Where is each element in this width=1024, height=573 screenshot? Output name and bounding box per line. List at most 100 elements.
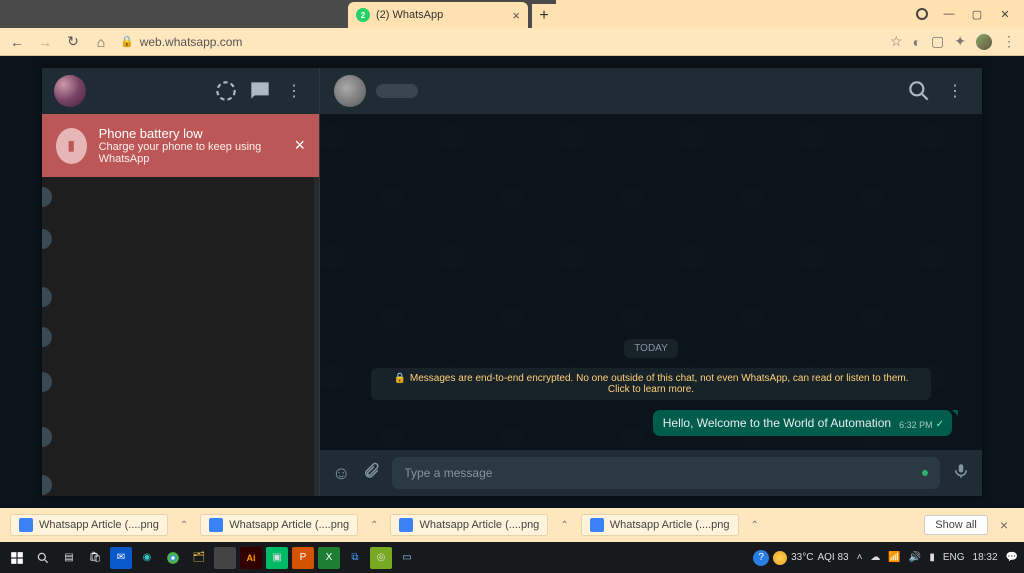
taskbar-app-generic3[interactable]: ◎ bbox=[370, 547, 392, 569]
account-indicator-icon[interactable] bbox=[916, 8, 928, 20]
taskbar-app-mail[interactable]: ✉ bbox=[110, 547, 132, 569]
tab-title: (2) WhatsApp bbox=[376, 9, 506, 21]
search-in-chat-icon[interactable] bbox=[906, 78, 932, 104]
taskbar-app-illustrator[interactable]: Ai bbox=[240, 547, 262, 569]
battery-low-icon: ▮ bbox=[56, 128, 87, 164]
tray-chevron-icon[interactable]: ˄ bbox=[857, 552, 863, 563]
downloads-close-icon[interactable]: × bbox=[994, 517, 1014, 533]
taskbar-app-store[interactable]: 🛍 bbox=[84, 547, 106, 569]
sidebar-header: ⋮ bbox=[42, 68, 319, 114]
taskbar-app-powerpoint[interactable]: P bbox=[292, 547, 314, 569]
download-item[interactable]: Whatsapp Article (....png bbox=[200, 514, 358, 536]
extensions-puzzle-icon[interactable]: ✦ bbox=[954, 33, 966, 50]
list-item[interactable] bbox=[42, 187, 52, 207]
download-chevron-icon[interactable]: ⌃ bbox=[364, 520, 384, 531]
tab-close-icon[interactable]: × bbox=[512, 8, 520, 23]
message-input[interactable]: Type a message bbox=[392, 457, 940, 489]
taskbar-app-explorer[interactable]: 🗂 bbox=[188, 547, 210, 569]
new-chat-icon[interactable] bbox=[247, 78, 273, 104]
nav-reload-icon[interactable]: ↻ bbox=[64, 33, 82, 50]
bookmark-star-icon[interactable]: ☆ bbox=[890, 33, 903, 50]
download-item[interactable]: Whatsapp Article (....png bbox=[10, 514, 168, 536]
downloads-shelf: Whatsapp Article (....png ⌃ Whatsapp Arti… bbox=[0, 508, 1024, 542]
banner-title: Phone battery low bbox=[99, 126, 283, 141]
tray-network-icon[interactable]: 📶 bbox=[888, 552, 900, 563]
extension-icon-2[interactable]: ▢ bbox=[931, 33, 944, 50]
mic-icon[interactable] bbox=[952, 462, 970, 485]
file-image-icon bbox=[19, 518, 33, 532]
taskbar-app-generic4[interactable]: ▭ bbox=[396, 547, 418, 569]
new-tab-button[interactable]: + bbox=[532, 4, 556, 28]
downloads-show-all-button[interactable]: Show all bbox=[924, 515, 988, 535]
inactive-tab-area[interactable] bbox=[0, 0, 348, 28]
list-item[interactable] bbox=[42, 287, 52, 307]
download-item[interactable]: Whatsapp Article (....png bbox=[581, 514, 739, 536]
list-item[interactable] bbox=[42, 229, 52, 249]
start-button[interactable] bbox=[6, 547, 28, 569]
nav-back-icon[interactable]: ← bbox=[8, 34, 26, 50]
list-item[interactable] bbox=[42, 427, 52, 447]
outgoing-message[interactable]: Hello, Welcome to the World of Automatio… bbox=[653, 410, 952, 436]
profile-avatar-icon[interactable] bbox=[976, 34, 992, 50]
wa-page: ⋮ ▮ Phone battery low Charge your phone … bbox=[0, 56, 1024, 508]
tray-clock[interactable]: 18:32 bbox=[973, 552, 998, 563]
nav-forward-icon[interactable]: → bbox=[36, 34, 54, 50]
url-text: web.whatsapp.com bbox=[140, 35, 243, 49]
sidebar-menu-icon[interactable]: ⋮ bbox=[281, 78, 307, 104]
taskbar-app-edge[interactable]: ◉ bbox=[136, 547, 158, 569]
self-avatar[interactable] bbox=[54, 75, 86, 107]
tray-language[interactable]: ENG bbox=[943, 552, 965, 563]
extension-icon-1[interactable]: ◐ bbox=[913, 34, 921, 50]
browser-menu-icon[interactable]: ⋮ bbox=[1002, 33, 1016, 50]
tray-notifications-icon[interactable]: 💬 bbox=[1006, 552, 1018, 563]
emoji-icon[interactable]: ☺ bbox=[332, 463, 350, 484]
maximize-button[interactable]: ▢ bbox=[970, 7, 984, 21]
message-text: Hello, Welcome to the World of Automatio… bbox=[663, 416, 891, 430]
url-field[interactable]: 🔒 web.whatsapp.com bbox=[120, 35, 880, 49]
window-controls: — ▢ ✕ bbox=[904, 0, 1024, 28]
conversation-menu-icon[interactable]: ⋮ bbox=[942, 78, 968, 104]
message-area[interactable]: TODAY 🔒Messages are end-to-end encrypted… bbox=[320, 114, 982, 450]
list-item[interactable] bbox=[42, 475, 52, 495]
peer-avatar[interactable] bbox=[334, 75, 366, 107]
close-window-button[interactable]: ✕ bbox=[998, 7, 1012, 21]
banner-close-icon[interactable]: × bbox=[294, 135, 305, 156]
tray-battery-icon[interactable]: ▮ bbox=[929, 552, 935, 563]
wa-app: ⋮ ▮ Phone battery low Charge your phone … bbox=[42, 68, 982, 496]
taskbar-app-chrome[interactable] bbox=[162, 547, 184, 569]
download-filename: Whatsapp Article (....png bbox=[229, 519, 349, 531]
battery-low-banner: ▮ Phone battery low Charge your phone to… bbox=[42, 114, 319, 177]
task-view-icon[interactable]: ▤ bbox=[58, 547, 80, 569]
taskbar-app-excel[interactable]: X bbox=[318, 547, 340, 569]
download-filename: Whatsapp Article (....png bbox=[419, 519, 539, 531]
taskbar-app-generic1[interactable] bbox=[214, 547, 236, 569]
tray-cloud-icon[interactable]: ☁ bbox=[870, 552, 880, 563]
minimize-button[interactable]: — bbox=[942, 7, 956, 21]
download-item[interactable]: Whatsapp Article (....png bbox=[390, 514, 548, 536]
browser-titlebar: 2 (2) WhatsApp × + — ▢ ✕ bbox=[0, 0, 1024, 28]
download-chevron-icon[interactable]: ⌃ bbox=[745, 520, 765, 531]
peer-name-redacted[interactable] bbox=[376, 84, 418, 98]
encryption-notice[interactable]: 🔒Messages are end-to-end encrypted. No o… bbox=[371, 368, 931, 400]
download-filename: Whatsapp Article (....png bbox=[39, 519, 159, 531]
weather-widget[interactable]: 33°CAQI 83 bbox=[773, 551, 848, 565]
taskbar-app-generic2[interactable]: ▣ bbox=[266, 547, 288, 569]
download-chevron-icon[interactable]: ⌃ bbox=[554, 520, 574, 531]
chat-list[interactable] bbox=[42, 177, 319, 496]
banner-subtitle: Charge your phone to keep using WhatsApp bbox=[99, 141, 283, 165]
status-icon[interactable] bbox=[213, 78, 239, 104]
help-icon[interactable]: ? bbox=[753, 550, 769, 566]
system-tray: 33°CAQI 83 ˄ ☁ 📶 🔊 ▮ ENG 18:32 💬 bbox=[773, 551, 1018, 565]
tab-whatsapp[interactable]: 2 (2) WhatsApp × bbox=[348, 2, 528, 28]
tray-volume-icon[interactable]: 🔊 bbox=[909, 552, 921, 563]
attach-icon[interactable] bbox=[362, 462, 380, 485]
taskbar-app-vscode[interactable]: ⧉ bbox=[344, 547, 366, 569]
list-item[interactable] bbox=[42, 372, 52, 392]
tab-strip: 2 (2) WhatsApp × + bbox=[0, 0, 904, 28]
message-input-placeholder: Type a message bbox=[404, 466, 492, 480]
sidebar: ⋮ ▮ Phone battery low Charge your phone … bbox=[42, 68, 320, 496]
nav-home-icon[interactable]: ⌂ bbox=[92, 34, 110, 50]
search-taskbar-icon[interactable] bbox=[32, 547, 54, 569]
download-chevron-icon[interactable]: ⌃ bbox=[174, 520, 194, 531]
list-item[interactable] bbox=[42, 327, 52, 347]
